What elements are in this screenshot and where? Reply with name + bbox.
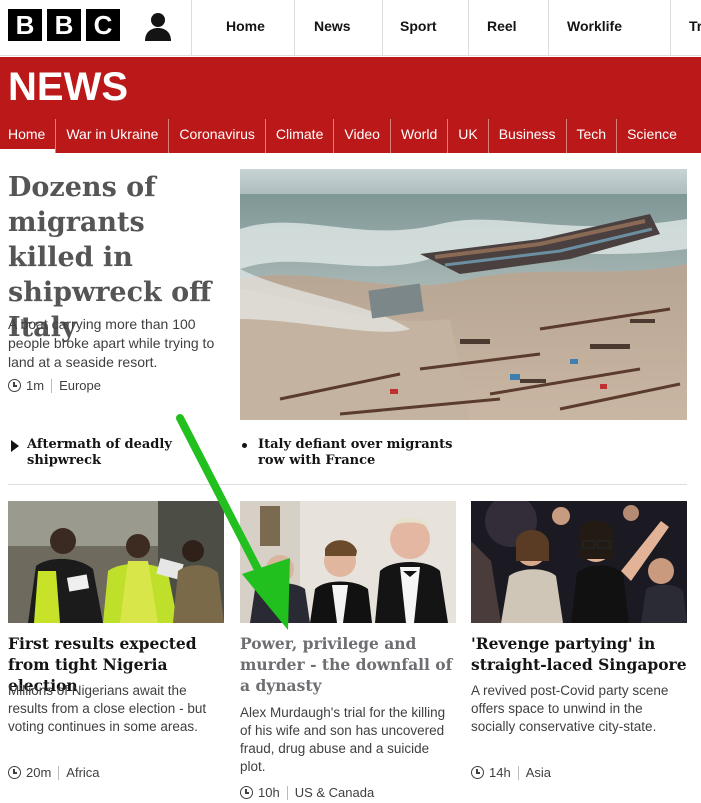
section-nav-war-in-ukraine[interactable]: War in Ukraine (55, 119, 168, 153)
section-nav-climate[interactable]: Climate (264, 119, 333, 153)
top-nav-news[interactable]: News (295, 0, 383, 56)
clock-icon (240, 786, 253, 799)
card-image-singapore[interactable] (471, 501, 687, 623)
lead-meta: 1m Europe (8, 378, 101, 393)
card-time-nigeria: 20m (26, 765, 52, 780)
lead-time: 1m (26, 378, 45, 393)
lead-image[interactable] (240, 169, 687, 420)
card-region-singapore[interactable]: Asia (526, 765, 551, 780)
card-time-singapore: 14h (489, 765, 511, 780)
logo-letter-b2: B (47, 9, 81, 41)
section-nav-science[interactable]: Science (616, 119, 687, 153)
bullet-icon (242, 443, 247, 448)
logo-letter-b1: B (8, 9, 42, 41)
top-nav-reel[interactable]: Reel (469, 0, 549, 56)
clock-icon (8, 379, 21, 392)
meta-divider (58, 765, 60, 780)
card-headline-murdaugh[interactable]: Power, privilege and murder - the downfa… (240, 633, 456, 696)
card-region-murdaugh[interactable]: US & Canada (295, 785, 375, 800)
section-divider (8, 484, 687, 485)
top-bar: B B C Home News Sport Reel Worklife Trav… (0, 0, 701, 56)
card-summary-singapore: A revived post-Covid party scene offers … (471, 683, 669, 734)
shipwreck-photo-icon (240, 169, 687, 420)
top-nav-sport[interactable]: Sport (383, 0, 469, 56)
section-nav-tech[interactable]: Tech (565, 119, 617, 153)
card-image-murdaugh[interactable] (240, 501, 456, 623)
section-nav-home[interactable]: Home (0, 119, 56, 153)
card-summary-murdaugh: Alex Murdaugh's trial for the killing of… (240, 705, 446, 774)
murdaugh-family-photo-icon (240, 501, 456, 623)
related-link-italy-defiant[interactable]: Italy defiant over migrants row with Fra… (258, 437, 478, 469)
top-nav-travel[interactable]: Travel (671, 0, 701, 56)
section-nav: Home War in Ukraine Coronavirus Climate Vide… (0, 119, 701, 153)
clock-icon (8, 766, 21, 779)
play-icon (11, 440, 19, 452)
section-nav-video[interactable]: Video (333, 119, 390, 153)
top-nav-worklife[interactable]: Worklife (549, 0, 671, 56)
card-summary-nigeria: Millions of Nigerians await the results … (8, 683, 207, 734)
section-nav-uk[interactable]: UK (447, 119, 487, 153)
card-time-murdaugh: 10h (258, 785, 280, 800)
section-nav-world[interactable]: World (389, 119, 447, 153)
card-image-nigeria[interactable] (8, 501, 224, 623)
card-meta-nigeria: 20m Africa (8, 765, 100, 780)
news-section-title[interactable]: NEWS (8, 65, 128, 110)
logo-letter-c: C (86, 9, 120, 41)
card-region-nigeria[interactable]: Africa (66, 765, 99, 780)
top-nav-home[interactable]: Home (192, 0, 295, 56)
lead-summary: A boat carrying more than 100 people bro… (8, 316, 215, 370)
related-link-aftermath[interactable]: Aftermath of deadly shipwreck (27, 437, 217, 469)
card-headline-singapore[interactable]: 'Revenge partying' in straight-laced Sin… (471, 633, 687, 675)
lead-region-link[interactable]: Europe (59, 378, 101, 393)
section-nav-coronavirus[interactable]: Coronavirus (168, 119, 264, 153)
meta-divider (51, 378, 53, 393)
bbc-logo[interactable]: B B C (8, 9, 120, 41)
clock-icon (471, 766, 484, 779)
nigeria-election-photo-icon (8, 501, 224, 623)
card-meta-murdaugh: 10h US & Canada (240, 785, 374, 800)
party-crowd-photo-icon (471, 501, 687, 623)
section-nav-business[interactable]: Business (487, 119, 566, 153)
meta-divider (286, 785, 288, 800)
meta-divider (517, 765, 519, 780)
card-meta-singapore: 14h Asia (471, 765, 551, 780)
account-icon[interactable] (143, 11, 173, 41)
